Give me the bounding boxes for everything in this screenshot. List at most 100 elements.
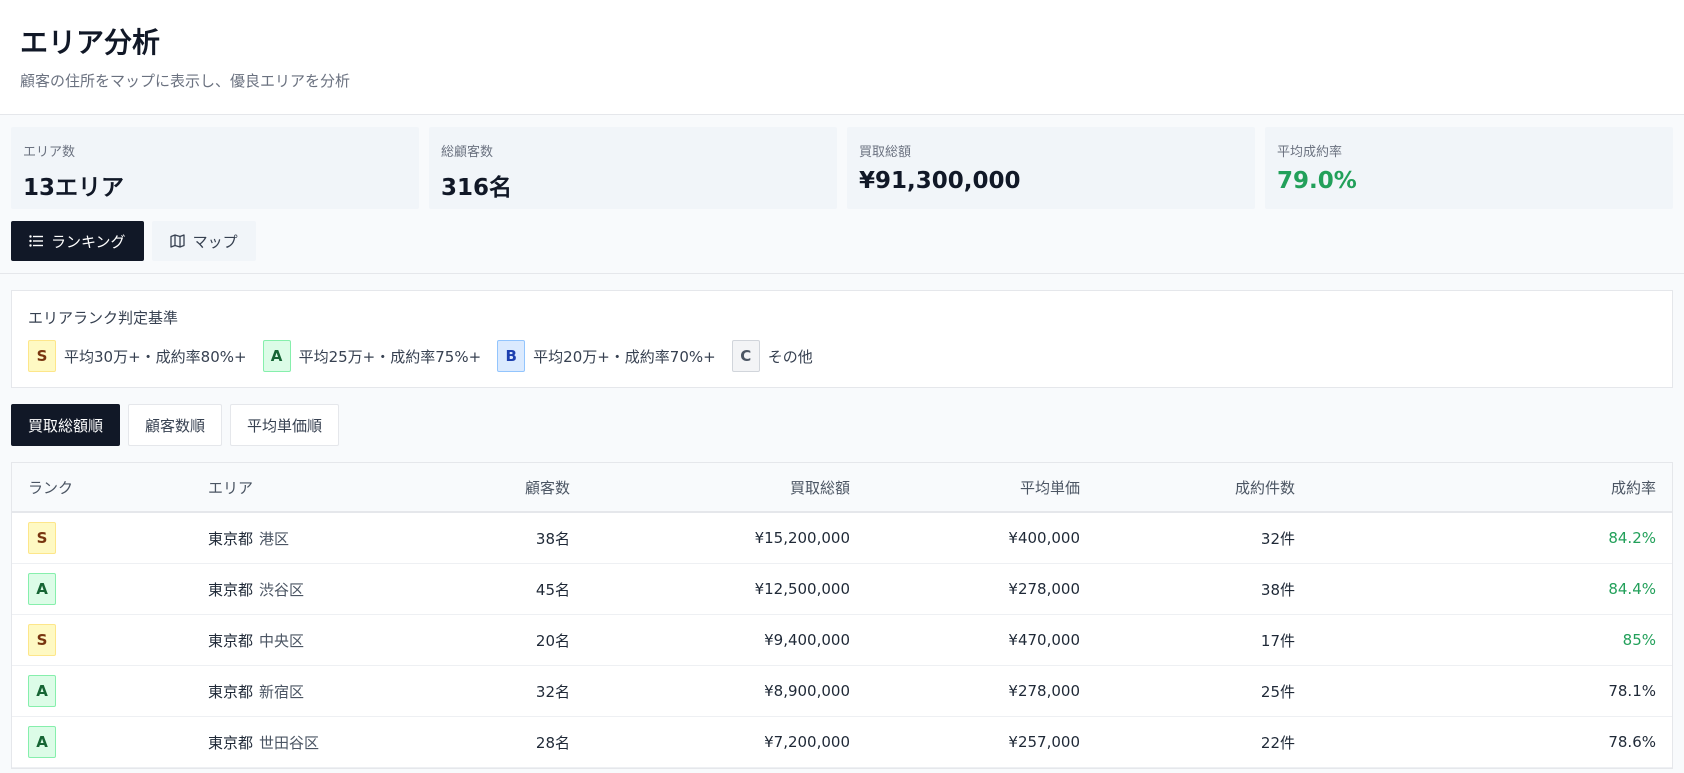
table-row[interactable]: A 東京都 渋谷区 45名 ¥12,500,000 ¥278,000 38件 84.4% <box>12 563 1672 615</box>
stat-card-total: 買取総額 ¥91,300,000 <box>847 127 1255 209</box>
cell-total: ¥7,200,000 <box>586 716 866 768</box>
area-prefecture: 東京都 <box>208 631 254 650</box>
cell-area: 東京都 中央区 <box>192 614 432 666</box>
cell-avg-price: ¥278,000 <box>866 563 1096 615</box>
criteria-text: 平均25万+・成約率75%+ <box>298 347 482 366</box>
cell-area: 東京都 世田谷区 <box>192 716 432 768</box>
page-title: エリア分析 <box>20 26 161 59</box>
area-ward: 新宿区 <box>259 682 305 701</box>
map-icon <box>169 234 185 248</box>
cell-rate: 78.1% <box>1311 665 1672 717</box>
stat-label: 平均成約率 <box>1277 145 1343 160</box>
rank-badge: B <box>497 340 526 372</box>
stat-value: ¥91,300,000 <box>859 168 1021 194</box>
view-tabs: ランキング マップ <box>0 209 1684 261</box>
stat-label: エリア数 <box>23 145 76 160</box>
cell-deals: 38件 <box>1096 563 1311 615</box>
criteria-item-c: C その他 <box>731 340 813 372</box>
col-header-deals[interactable]: 成約件数 <box>1096 463 1311 513</box>
cell-deals: 32件 <box>1096 512 1311 564</box>
area-prefecture: 東京都 <box>208 580 254 599</box>
table-row[interactable]: A 東京都 新宿区 32名 ¥8,900,000 ¥278,000 25件 78.1% <box>12 665 1672 717</box>
criteria-item-b: B 平均20万+・成約率70%+ <box>497 340 716 372</box>
cell-customers: 32名 <box>432 665 586 717</box>
cell-avg-price: ¥400,000 <box>866 512 1096 564</box>
cell-rate: 78.6% <box>1311 716 1672 768</box>
list-icon <box>29 235 43 247</box>
stat-card-rate: 平均成約率 79.0% <box>1265 127 1673 209</box>
area-prefecture: 東京都 <box>208 529 254 548</box>
cell-area: 東京都 港区 <box>192 512 432 564</box>
rank-badge: A <box>28 726 56 758</box>
tab-map-label: マップ <box>192 232 238 251</box>
cell-customers: 20名 <box>432 614 586 666</box>
area-ward: 中央区 <box>259 631 305 650</box>
rank-badge: S <box>28 522 56 554</box>
divider <box>0 273 1684 274</box>
stat-label: 総顧客数 <box>441 145 494 160</box>
cell-rate: 84.2% <box>1311 512 1672 564</box>
page-subtitle: 顧客の住所をマップに表示し、優良エリアを分析 <box>20 72 351 90</box>
tab-ranking[interactable]: ランキング <box>11 221 144 261</box>
col-header-rate[interactable]: 成約率 <box>1311 463 1672 513</box>
criteria-title: エリアランク判定基準 <box>28 309 179 327</box>
tab-ranking-label: ランキング <box>51 232 126 251</box>
cell-customers: 45名 <box>432 563 586 615</box>
cell-deals: 25件 <box>1096 665 1311 717</box>
area-ranking-table: ランク エリア 顧客数 買取総額 平均単価 成約件数 成約率 S 東京都 港区 38名… <box>11 462 1673 769</box>
sort-by-avg-price-button[interactable]: 平均単価順 <box>230 404 340 446</box>
stat-value: 79.0% <box>1277 168 1357 194</box>
table-row[interactable]: S 東京都 中央区 20名 ¥9,400,000 ¥470,000 17件 85% <box>12 614 1672 666</box>
cell-total: ¥15,200,000 <box>586 512 866 564</box>
sort-by-customers-button[interactable]: 顧客数順 <box>128 404 223 446</box>
stat-label: 買取総額 <box>859 145 912 160</box>
table-row[interactable]: S 東京都 港区 38名 ¥15,200,000 ¥400,000 32件 84.2% <box>12 512 1672 564</box>
criteria-text: 平均30万+・成約率80%+ <box>64 347 247 366</box>
stat-value: 13エリア <box>23 175 125 201</box>
stat-value: 316名 <box>441 175 513 201</box>
col-header-total[interactable]: 買取総額 <box>586 463 866 513</box>
sort-by-total-button[interactable]: 買取総額順 <box>11 404 121 446</box>
cell-total: ¥8,900,000 <box>586 665 866 717</box>
rank-badge: A <box>28 573 56 605</box>
cell-rank: S <box>12 614 192 666</box>
cell-deals: 22件 <box>1096 716 1311 768</box>
rank-criteria-panel: エリアランク判定基準 S 平均30万+・成約率80%+ A 平均25万+・成約率… <box>11 290 1673 388</box>
cell-customers: 38名 <box>432 512 586 564</box>
rank-badge: S <box>28 340 56 372</box>
table-row[interactable]: A 東京都 世田谷区 28名 ¥7,200,000 ¥257,000 22件 78.6% <box>12 716 1672 768</box>
area-ward: 世田谷区 <box>259 733 320 752</box>
cell-avg-price: ¥278,000 <box>866 665 1096 717</box>
criteria-text: 平均20万+・成約率70%+ <box>533 347 716 366</box>
rank-badge: C <box>731 340 760 372</box>
stats-row: エリア数 13エリア 総顧客数 316名 買取総額 ¥91,300,000 平均… <box>0 115 1684 209</box>
cell-area: 東京都 新宿区 <box>192 665 432 717</box>
cell-rank: A <box>12 716 192 768</box>
tab-map[interactable]: マップ <box>151 221 256 261</box>
area-ward: 渋谷区 <box>259 580 305 599</box>
area-prefecture: 東京都 <box>208 733 254 752</box>
col-header-area[interactable]: エリア <box>192 463 432 513</box>
cell-rate: 85% <box>1311 614 1672 666</box>
page-header: エリア分析 顧客の住所をマップに表示し、優良エリアを分析 <box>0 0 1684 115</box>
cell-rank: A <box>12 563 192 615</box>
criteria-item-s: S 平均30万+・成約率80%+ <box>28 340 247 372</box>
cell-area: 東京都 渋谷区 <box>192 563 432 615</box>
rank-badge: S <box>28 624 56 656</box>
col-header-rank[interactable]: ランク <box>12 463 192 513</box>
col-header-avg[interactable]: 平均単価 <box>866 463 1096 513</box>
sort-tabs: 買取総額順 顧客数順 平均単価順 <box>0 388 1684 446</box>
cell-rank: A <box>12 665 192 717</box>
rank-badge: A <box>28 675 56 707</box>
col-header-customers[interactable]: 顧客数 <box>432 463 586 513</box>
rank-badge: A <box>262 340 291 372</box>
cell-customers: 28名 <box>432 716 586 768</box>
cell-total: ¥12,500,000 <box>586 563 866 615</box>
criteria-text: その他 <box>767 347 813 366</box>
cell-avg-price: ¥470,000 <box>866 614 1096 666</box>
cell-rank: S <box>12 512 192 564</box>
area-ward: 港区 <box>259 529 290 548</box>
table-header-row: ランク エリア 顧客数 買取総額 平均単価 成約件数 成約率 <box>12 463 1672 513</box>
criteria-list: S 平均30万+・成約率80%+ A 平均25万+・成約率75%+ B 平均20… <box>28 340 1656 372</box>
criteria-item-a: A 平均25万+・成約率75%+ <box>262 340 482 372</box>
